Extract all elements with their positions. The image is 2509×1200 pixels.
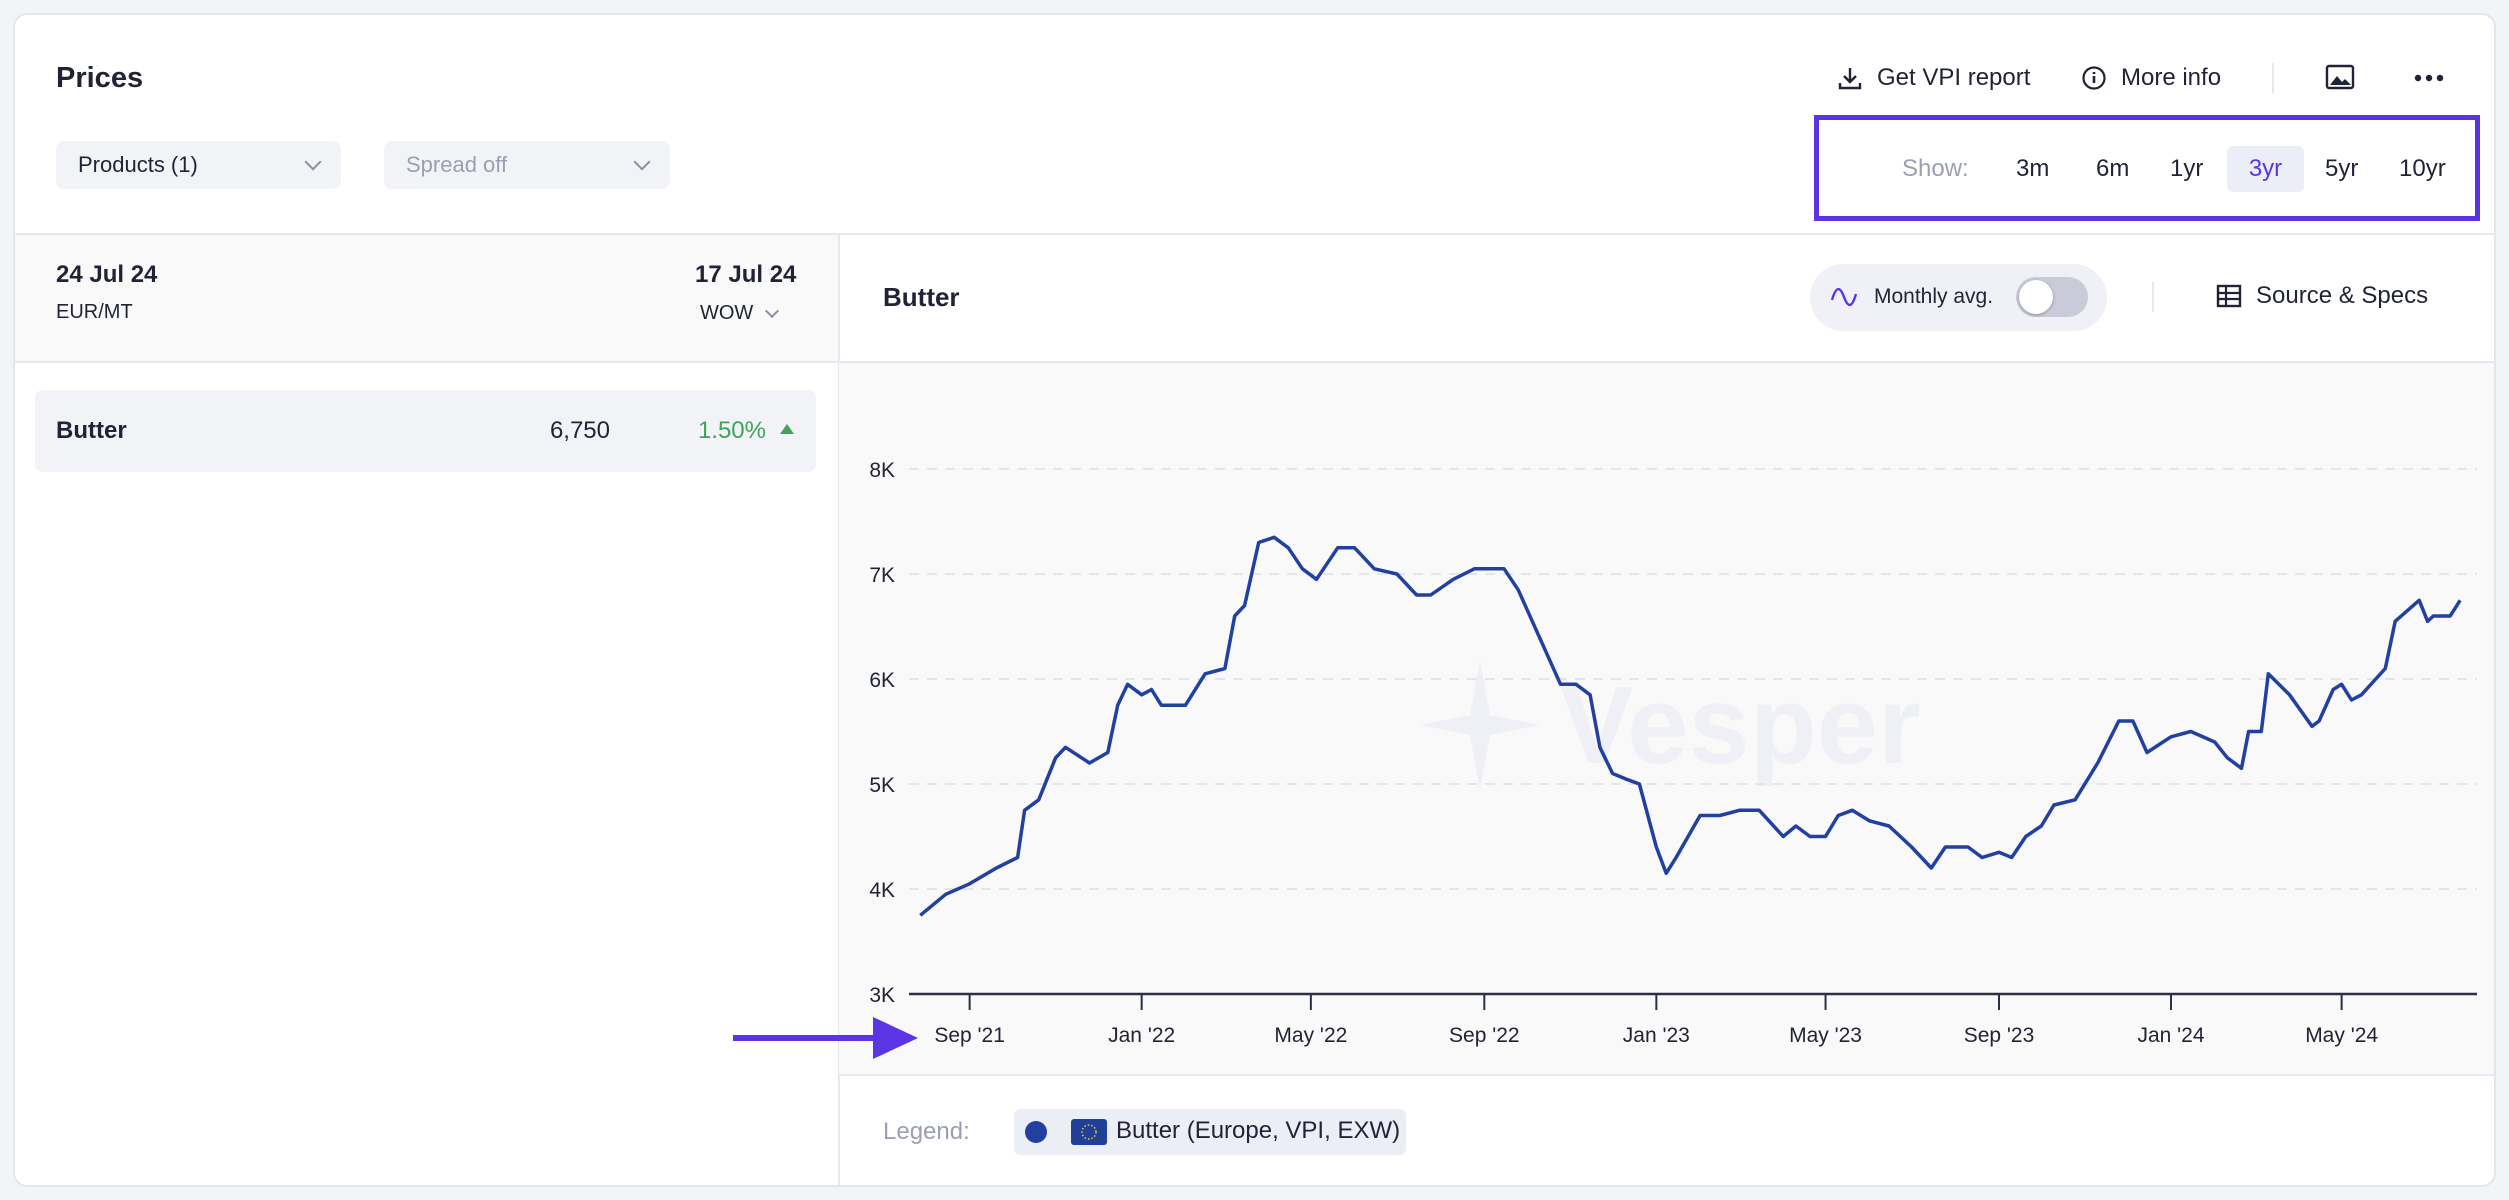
range-3m[interactable]: 3m [2004, 146, 2061, 192]
current-date: 24 Jul 24 [56, 261, 158, 288]
products-label: Products (1) [78, 152, 198, 177]
wave-icon [1830, 287, 1858, 307]
chevron-down-icon [765, 303, 780, 318]
range-3yr[interactable]: 3yr [2227, 146, 2304, 192]
x-tick-label: May '24 [2305, 1024, 2378, 1047]
x-tick-label: Sep '21 [934, 1024, 1005, 1047]
divider [840, 1074, 2494, 1076]
x-tick-label: May '22 [1274, 1024, 1347, 1047]
price-chart: 3K 4K 5K 6K 7K 8K Sep '21 Jan '22 May '22 Sep '22… [869, 459, 2477, 1047]
more-options-icon[interactable] [2414, 74, 2444, 82]
get-report-label: Get VPI report [1877, 64, 2031, 91]
monthly-avg-label: Monthly avg. [1874, 285, 1994, 308]
y-tick-label: 3K [869, 984, 895, 1007]
left-header [15, 235, 838, 361]
product-name: Butter [56, 417, 127, 444]
spread-label: Spread off [406, 152, 508, 177]
range-1yr[interactable]: 1yr [2158, 146, 2215, 192]
range-5yr[interactable]: 5yr [2313, 146, 2370, 192]
range-10yr[interactable]: 10yr [2387, 146, 2458, 192]
divider [2272, 63, 2274, 93]
monthly-avg-toggle[interactable] [2016, 277, 2088, 317]
eu-flag-icon [1071, 1119, 1107, 1145]
annotation-arrow-icon [733, 1017, 918, 1059]
divider [2152, 282, 2154, 312]
product-value: 6,750 [549, 417, 610, 444]
legend-item-label: Butter (Europe, VPI, EXW) [1116, 1117, 1401, 1144]
table-icon [2216, 284, 2242, 308]
products-dropdown[interactable]: Products (1) [56, 141, 341, 189]
image-export-icon[interactable] [2325, 63, 2355, 91]
source-specs-button[interactable]: Source & Specs [2216, 282, 2428, 310]
x-tick-label: Jan '22 [1108, 1024, 1175, 1047]
y-tick-label: 8K [869, 459, 895, 482]
compare-date: 17 Jul 24 [695, 261, 797, 288]
more-info-button[interactable]: More info [2081, 64, 2221, 92]
x-tick-label: Jan '24 [2137, 1024, 2204, 1047]
download-icon [1838, 68, 1862, 90]
legend-label: Legend: [883, 1118, 970, 1145]
show-label: Show: [1902, 155, 1969, 182]
up-arrow-icon [780, 424, 794, 434]
y-tick-label: 6K [869, 669, 895, 692]
x-tick-label: May '23 [1789, 1024, 1862, 1047]
series-dot-icon [1025, 1121, 1047, 1143]
series-line [919, 535, 2462, 917]
more-info-label: More info [2121, 64, 2222, 91]
product-change: 1.50% [697, 417, 766, 444]
x-tick-label: Sep '22 [1449, 1024, 1520, 1047]
chevron-down-icon [633, 153, 651, 171]
toggle-knob [2019, 280, 2053, 314]
get-report-button[interactable]: Get VPI report [1837, 64, 2030, 92]
source-specs-label: Source & Specs [2256, 282, 2429, 309]
compare-mode-dropdown[interactable]: WOW [700, 302, 780, 325]
unit-label: EUR/MT [56, 301, 133, 323]
spread-dropdown[interactable]: Spread off [384, 141, 670, 189]
chart-title: Butter [883, 282, 960, 312]
page-title: Prices [56, 62, 144, 94]
y-tick-label: 5K [869, 774, 895, 797]
chevron-down-icon [304, 153, 322, 171]
range-6m[interactable]: 6m [2084, 146, 2141, 192]
info-icon [2082, 66, 2106, 90]
y-tick-label: 7K [869, 564, 895, 587]
y-tick-label: 4K [869, 879, 895, 902]
x-tick-label: Jan '23 [1623, 1024, 1690, 1047]
compare-mode-label: WOW [700, 302, 754, 324]
x-tick-label: Sep '23 [1964, 1024, 2035, 1047]
